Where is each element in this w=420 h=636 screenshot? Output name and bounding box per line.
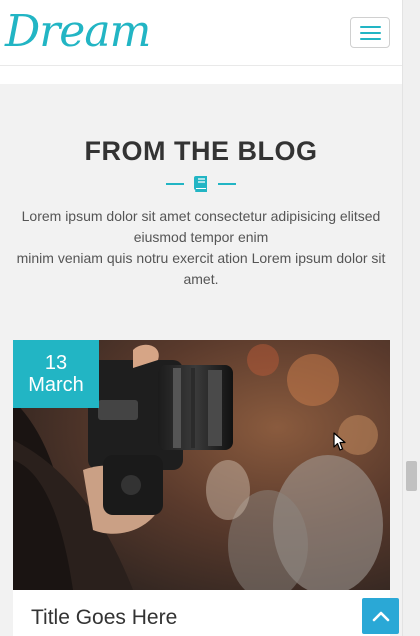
blog-section: FROM THE BLOG Lorem ipsum dolor sit amet… xyxy=(0,84,402,636)
post-title[interactable]: Title Goes Here xyxy=(31,606,177,630)
hamburger-bar xyxy=(359,37,381,40)
brand-logo[interactable]: Dream xyxy=(5,6,151,57)
post-body: Title Goes Here xyxy=(13,590,390,636)
post-date-day: 13 xyxy=(44,352,68,374)
scroll-to-top-button[interactable] xyxy=(362,598,399,634)
post-date-month: March xyxy=(28,374,84,396)
post-image[interactable]: 13 March xyxy=(13,340,390,590)
page-scrollbar[interactable] xyxy=(402,0,420,636)
intro-line: minim veniam quis notru exercit ation Lo… xyxy=(16,250,386,287)
section-intro: Lorem ipsum dolor sit amet consectetur a… xyxy=(8,206,394,290)
post-date-badge: 13 March xyxy=(13,340,99,408)
hamburger-icon[interactable] xyxy=(350,17,390,48)
blog-post-card[interactable]: 13 March Title Goes Here xyxy=(13,340,390,636)
chevron-up-icon xyxy=(372,611,389,622)
book-icon xyxy=(194,176,207,192)
ornament-line-left xyxy=(166,183,184,185)
hamburger-bar xyxy=(359,31,381,34)
intro-line: Lorem ipsum dolor sit amet consectetur a… xyxy=(21,208,381,245)
section-title: FROM THE BLOG xyxy=(84,136,318,166)
mouse-cursor-icon xyxy=(333,432,346,451)
title-ornament xyxy=(0,173,402,195)
ornament-line-right xyxy=(218,183,236,185)
header-spacer xyxy=(0,66,402,84)
navbar: Dream xyxy=(0,0,402,66)
scrollbar-thumb[interactable] xyxy=(406,461,417,491)
hamburger-bar xyxy=(359,25,381,28)
